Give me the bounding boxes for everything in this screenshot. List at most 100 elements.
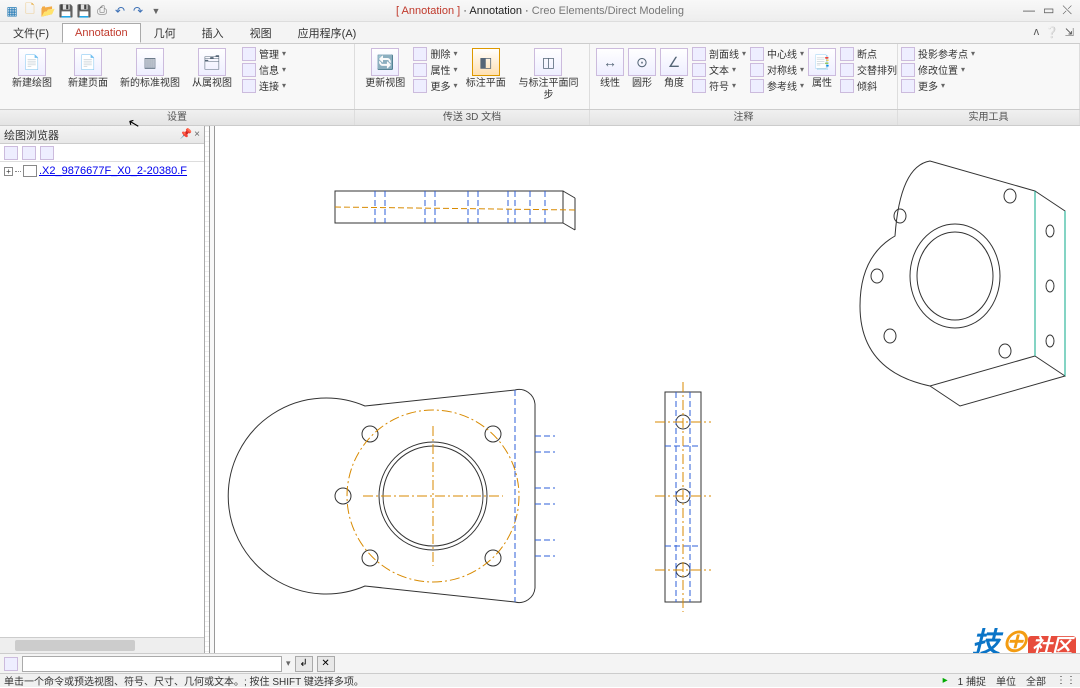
window-controls: — ▭ ⤬	[1023, 3, 1080, 18]
maximize-icon[interactable]: ▭	[1043, 3, 1054, 18]
util-icon-1[interactable]	[904, 50, 920, 66]
util-icon-5[interactable]	[992, 50, 1008, 66]
status-play-icon[interactable]: ▸	[943, 675, 948, 686]
copy-icon[interactable]	[40, 146, 54, 160]
btn-update-view[interactable]: 🔄更新视图	[361, 46, 409, 90]
util-icon-8[interactable]	[904, 72, 920, 88]
btn-connect[interactable]: 连接▾	[242, 78, 286, 93]
btn-info[interactable]: 信息▾	[242, 62, 286, 77]
group-transfer: 🔄更新视图 删除▾ 属性▾ 更多▾ ◧标注平面 ◫与标注平面同步	[355, 44, 590, 109]
btn-text[interactable]: 文本▾	[692, 62, 746, 77]
btn-more[interactable]: 更多▾	[413, 78, 457, 93]
cmd-dropdown-icon[interactable]: ▾	[286, 658, 291, 669]
qat-open-icon[interactable]: 📂	[40, 3, 56, 19]
ribbon-tabs: 文件(F) Annotation 几何 插入 视图 应用程序(A) ʌ ❔ ⇲	[0, 22, 1080, 44]
util-icon-7[interactable]	[1036, 50, 1052, 66]
cmd-icon[interactable]	[4, 657, 18, 671]
qat-print-icon[interactable]: ⎙	[94, 3, 110, 19]
btn-refline[interactable]: 参考线▾	[750, 78, 804, 93]
help-area: ʌ ❔ ⇲	[1034, 26, 1074, 39]
btn-sync-plane[interactable]: ◫与标注平面同步	[514, 46, 583, 102]
browser-title: 绘图浏览器	[4, 127, 59, 143]
qat-new-icon[interactable]: ▦	[4, 3, 20, 19]
cmd-cancel-button[interactable]: ✕	[317, 656, 335, 672]
section-transfer: 传送 3D 文档	[355, 110, 590, 125]
tab-insert[interactable]: 插入	[189, 21, 237, 45]
tree-icon[interactable]	[4, 146, 18, 160]
btn-props[interactable]: 属性▾	[413, 62, 457, 77]
ribbon: 📄新建绘图 📄新建页面 ▥新的标准视图 🗂从属视图 管理▾ 信息▾ 连接▾ 🔄更…	[0, 44, 1080, 110]
group-util	[898, 44, 1080, 109]
section-util: 实用工具	[898, 110, 1080, 125]
btn-new-page[interactable]: 📄新建页面	[62, 46, 114, 90]
drawing-browser: 绘图浏览器 📌 × + .X2_9876677F_X0_2-20380.F	[0, 126, 205, 653]
browser-hscroll[interactable]	[0, 637, 204, 653]
view-icon[interactable]	[22, 146, 36, 160]
btn-tilt[interactable]: 倾斜	[840, 78, 897, 93]
btn-circular[interactable]: ⊙圆形	[628, 46, 656, 90]
status-bar: 单击一个命令或预选视图、符号、尺寸、几何或文本。; 按住 SHIFT 键选择多项…	[0, 673, 1080, 687]
btn-angle[interactable]: ∠角度	[660, 46, 688, 90]
quick-access-toolbar: ▦ 🗋 📂 💾 💾 ⎙ ↶ ↷ ▼	[0, 3, 168, 19]
btn-new-drawing[interactable]: 📄新建绘图	[6, 46, 58, 90]
minimize-icon[interactable]: —	[1023, 3, 1035, 18]
btn-dependent-view[interactable]: 🗂从属视图	[186, 46, 238, 90]
drawing-canvas[interactable]	[205, 126, 1080, 653]
tab-annotation[interactable]: Annotation	[62, 23, 141, 43]
qat-save-icon[interactable]: 💾	[58, 3, 74, 19]
status-grip-icon[interactable]: ⋮⋮	[1056, 675, 1076, 686]
tab-apps[interactable]: 应用程序(A)	[285, 21, 370, 45]
qat-undo-icon[interactable]: ↶	[112, 3, 128, 19]
window-title: [ Annotation ] · Annotation · Creo Eleme…	[396, 5, 684, 17]
tree-item[interactable]: + .X2_9876677F_X0_2-20380.F	[4, 164, 200, 178]
file-icon	[23, 165, 37, 177]
status-all[interactable]: 全部	[1026, 673, 1046, 688]
group-annotate: ↔线性 ⊙圆形 ∠角度 剖面线▾ 文本▾ 符号▾ 中心线▾ 对称线▾ 参考线▾ …	[590, 44, 898, 109]
group-settings: 📄新建绘图 📄新建页面 ▥新的标准视图 🗂从属视图 管理▾ 信息▾ 连接▾	[0, 44, 355, 109]
util-icon-3[interactable]	[948, 50, 964, 66]
pin-icon[interactable]: 📌	[180, 129, 192, 140]
pin-icon[interactable]: ⇲	[1065, 26, 1074, 39]
util-icon-6[interactable]	[1014, 50, 1030, 66]
vertical-ruler	[205, 126, 215, 653]
tab-geometry[interactable]: 几何	[141, 21, 189, 45]
btn-delete[interactable]: 删除▾	[413, 46, 457, 61]
btn-symline[interactable]: 对称线▾	[750, 62, 804, 77]
status-units[interactable]: 单位	[996, 673, 1016, 688]
expand-icon[interactable]: +	[4, 167, 13, 176]
drawing-views	[215, 126, 1080, 653]
btn-centerline[interactable]: 中心线▾	[750, 46, 804, 61]
collapse-ribbon-icon[interactable]: ʌ	[1034, 26, 1040, 39]
tab-file[interactable]: 文件(F)	[0, 21, 62, 45]
help-icon[interactable]: ❔	[1045, 26, 1059, 39]
qat-saveall-icon[interactable]: 💾	[76, 3, 92, 19]
section-annotate: 注释	[590, 110, 898, 125]
btn-hatch[interactable]: 剖面线▾	[692, 46, 746, 61]
btn-new-std-view[interactable]: ▥新的标准视图	[118, 46, 182, 90]
qat-redo-icon[interactable]: ↷	[130, 3, 146, 19]
browser-header: 绘图浏览器 📌 ×	[0, 126, 204, 144]
status-snap[interactable]: 1 捕捉	[958, 673, 986, 688]
close-panel-icon[interactable]: ×	[194, 129, 200, 140]
qat-doc-icon[interactable]: 🗋	[22, 3, 38, 19]
workarea: 绘图浏览器 📌 × + .X2_9876677F_X0_2-20380.F	[0, 126, 1080, 653]
btn-alt[interactable]: 交替排列	[840, 62, 897, 77]
tree: + .X2_9876677F_X0_2-20380.F	[0, 162, 204, 637]
section-settings: 设置	[0, 110, 355, 125]
util-icon-2[interactable]	[926, 50, 942, 66]
btn-manage[interactable]: 管理▾	[242, 46, 286, 61]
tab-view[interactable]: 视图	[237, 21, 285, 45]
status-hint: 单击一个命令或预选视图、符号、尺寸、几何或文本。; 按住 SHIFT 键选择多项…	[4, 673, 364, 688]
view-top	[335, 191, 575, 230]
command-bar: ▾ ↲ ✕	[0, 653, 1080, 673]
cmd-enter-button[interactable]: ↲	[295, 656, 313, 672]
btn-break[interactable]: 断点	[840, 46, 897, 61]
btn-annot-plane[interactable]: ◧标注平面	[462, 46, 510, 90]
command-input[interactable]	[22, 656, 282, 672]
btn-linear[interactable]: ↔线性	[596, 46, 624, 90]
close-icon[interactable]: ⤬	[1062, 3, 1072, 18]
util-icon-4[interactable]	[970, 50, 986, 66]
qat-dropdown-icon[interactable]: ▼	[148, 3, 164, 19]
btn-symbol[interactable]: 符号▾	[692, 78, 746, 93]
btn-aprops[interactable]: 📑属性	[808, 46, 836, 90]
